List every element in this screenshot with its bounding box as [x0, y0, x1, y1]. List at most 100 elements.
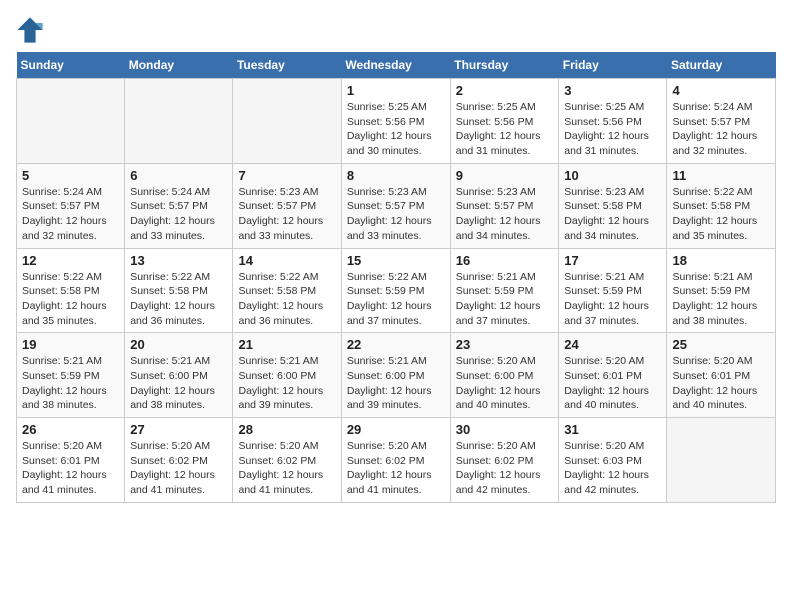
day-number: 17 [564, 253, 661, 268]
day-number: 10 [564, 168, 661, 183]
calendar-cell: 22 Sunrise: 5:21 AM Sunset: 6:00 PM Dayli… [341, 333, 450, 418]
day-number: 28 [238, 422, 335, 437]
calendar-cell: 8 Sunrise: 5:23 AM Sunset: 5:57 PM Daylig… [341, 163, 450, 248]
column-header-monday: Monday [125, 52, 233, 79]
calendar-cell: 27 Sunrise: 5:20 AM Sunset: 6:02 PM Dayli… [125, 418, 233, 503]
day-info: Sunrise: 5:20 AM Sunset: 6:00 PM Dayligh… [456, 354, 554, 413]
day-info: Sunrise: 5:20 AM Sunset: 6:03 PM Dayligh… [564, 439, 661, 498]
calendar-cell: 6Sunrise: 5:24 AM Sunset: 5:57 PM Daylig… [125, 163, 233, 248]
logo [16, 16, 48, 44]
day-number: 3 [564, 83, 661, 98]
day-number: 25 [672, 337, 770, 352]
calendar-cell: 21 Sunrise: 5:21 AM Sunset: 6:00 PM Dayli… [233, 333, 341, 418]
calendar-cell: 15Sunrise: 5:22 AM Sunset: 5:59 PM Dayli… [341, 248, 450, 333]
calendar-cell: 25 Sunrise: 5:20 AM Sunset: 6:01 PM Dayli… [667, 333, 776, 418]
day-number: 2 [456, 83, 554, 98]
calendar-cell: 1Sunrise: 5:25 AM Sunset: 5:56 PM Daylig… [341, 79, 450, 164]
day-info: Sunrise: 5:24 AM Sunset: 5:57 PM Dayligh… [672, 100, 770, 159]
calendar-cell: 10 Sunrise: 5:23 AM Sunset: 5:58 PM Dayli… [559, 163, 667, 248]
column-header-thursday: Thursday [450, 52, 559, 79]
day-number: 23 [456, 337, 554, 352]
day-info: Sunrise: 5:23 AM Sunset: 5:57 PM Dayligh… [238, 185, 335, 244]
day-number: 24 [564, 337, 661, 352]
day-number: 29 [347, 422, 445, 437]
day-number: 8 [347, 168, 445, 183]
calendar-cell: 18 Sunrise: 5:21 AM Sunset: 5:59 PM Dayli… [667, 248, 776, 333]
day-info: Sunrise: 5:20 AM Sunset: 6:02 PM Dayligh… [130, 439, 227, 498]
calendar-cell: 29 Sunrise: 5:20 AM Sunset: 6:02 PM Dayli… [341, 418, 450, 503]
calendar-cell: 11Sunrise: 5:22 AM Sunset: 5:58 PM Dayli… [667, 163, 776, 248]
day-info: Sunrise: 5:22 AM Sunset: 5:58 PM Dayligh… [238, 270, 335, 329]
column-header-wednesday: Wednesday [341, 52, 450, 79]
day-number: 20 [130, 337, 227, 352]
calendar-body: 1 Sunrise: 5:25 AM Sunset: 5:56 PM Daylig… [17, 79, 776, 503]
day-info: Sunrise: 5:21 AM Sunset: 6:00 PM Dayligh… [238, 354, 335, 413]
day-number: 27 [130, 422, 227, 437]
calendar-cell: 20 Sunrise: 5:21 AM Sunset: 6:00 PM Dayli… [125, 333, 233, 418]
day-number: 31 [564, 422, 661, 437]
day-info: Sunrise: 5:20 AM Sunset: 6:02 PM Dayligh… [456, 439, 554, 498]
day-info: Sunrise: 5:25 AM Sunset: 5:56 PM Dayligh… [564, 100, 661, 159]
day-info: Sunrise: 5:22 AM Sunset: 5:58 PM Dayligh… [130, 270, 227, 329]
logo-icon [16, 16, 44, 44]
calendar-cell: 28 Sunrise: 5:20 AM Sunset: 6:02 PM Dayli… [233, 418, 341, 503]
calendar-cell [667, 418, 776, 503]
day-info: Sunrise: 5:20 AM Sunset: 6:02 PM Dayligh… [238, 439, 335, 498]
calendar-cell: 30 Sunrise: 5:20 AM Sunset: 6:02 PM Dayli… [450, 418, 559, 503]
day-number: 18 [672, 253, 770, 268]
day-info: Sunrise: 5:21 AM Sunset: 5:59 PM Dayligh… [672, 270, 770, 329]
calendar-cell: 2Sunrise: 5:25 AM Sunset: 5:56 PM Daylig… [450, 79, 559, 164]
day-number: 6 [130, 168, 227, 183]
day-number: 1 [347, 83, 445, 98]
column-header-tuesday: Tuesday [233, 52, 341, 79]
calendar-cell: 7 Sunrise: 5:23 AM Sunset: 5:57 PM Daylig… [233, 163, 341, 248]
day-number: 14 [238, 253, 335, 268]
day-info: Sunrise: 5:20 AM Sunset: 6:01 PM Dayligh… [672, 354, 770, 413]
day-info: Sunrise: 5:20 AM Sunset: 6:02 PM Dayligh… [347, 439, 445, 498]
calendar-cell [125, 79, 233, 164]
day-number: 15 [347, 253, 445, 268]
day-info: Sunrise: 5:22 AM Sunset: 5:58 PM Dayligh… [672, 185, 770, 244]
day-info: Sunrise: 5:21 AM Sunset: 6:00 PM Dayligh… [347, 354, 445, 413]
column-header-sunday: Sunday [17, 52, 125, 79]
page-header [16, 16, 776, 44]
day-number: 7 [238, 168, 335, 183]
calendar-week-row: 12Sunrise: 5:22 AM Sunset: 5:58 PM Dayli… [17, 248, 776, 333]
calendar-cell: 17Sunrise: 5:21 AM Sunset: 5:59 PM Dayli… [559, 248, 667, 333]
calendar-table: SundayMondayTuesdayWednesdayThursdayFrid… [16, 52, 776, 503]
calendar-cell: 14 Sunrise: 5:22 AM Sunset: 5:58 PM Dayli… [233, 248, 341, 333]
day-number: 16 [456, 253, 554, 268]
day-number: 22 [347, 337, 445, 352]
day-info: Sunrise: 5:24 AM Sunset: 5:57 PM Dayligh… [22, 185, 119, 244]
day-number: 13 [130, 253, 227, 268]
calendar-week-row: 26Sunrise: 5:20 AM Sunset: 6:01 PM Dayli… [17, 418, 776, 503]
calendar-week-row: 19Sunrise: 5:21 AM Sunset: 5:59 PM Dayli… [17, 333, 776, 418]
day-number: 30 [456, 422, 554, 437]
calendar-cell [233, 79, 341, 164]
calendar-cell: 13 Sunrise: 5:22 AM Sunset: 5:58 PM Dayli… [125, 248, 233, 333]
day-number: 5 [22, 168, 119, 183]
calendar-cell: 23 Sunrise: 5:20 AM Sunset: 6:00 PM Dayli… [450, 333, 559, 418]
calendar-cell: 5 Sunrise: 5:24 AM Sunset: 5:57 PM Daylig… [17, 163, 125, 248]
calendar-cell: 12Sunrise: 5:22 AM Sunset: 5:58 PM Dayli… [17, 248, 125, 333]
column-header-friday: Friday [559, 52, 667, 79]
day-info: Sunrise: 5:21 AM Sunset: 6:00 PM Dayligh… [130, 354, 227, 413]
day-info: Sunrise: 5:21 AM Sunset: 5:59 PM Dayligh… [456, 270, 554, 329]
calendar-cell: 24 Sunrise: 5:20 AM Sunset: 6:01 PM Dayli… [559, 333, 667, 418]
calendar-cell: 9 Sunrise: 5:23 AM Sunset: 5:57 PM Daylig… [450, 163, 559, 248]
day-info: Sunrise: 5:20 AM Sunset: 6:01 PM Dayligh… [564, 354, 661, 413]
column-header-saturday: Saturday [667, 52, 776, 79]
calendar-week-row: 1 Sunrise: 5:25 AM Sunset: 5:56 PM Daylig… [17, 79, 776, 164]
calendar-cell: 31 Sunrise: 5:20 AM Sunset: 6:03 PM Dayli… [559, 418, 667, 503]
day-info: Sunrise: 5:23 AM Sunset: 5:57 PM Dayligh… [347, 185, 445, 244]
day-number: 9 [456, 168, 554, 183]
day-info: Sunrise: 5:23 AM Sunset: 5:58 PM Dayligh… [564, 185, 661, 244]
calendar-cell: 26Sunrise: 5:20 AM Sunset: 6:01 PM Dayli… [17, 418, 125, 503]
calendar-cell: 3 Sunrise: 5:25 AM Sunset: 5:56 PM Daylig… [559, 79, 667, 164]
day-info: Sunrise: 5:23 AM Sunset: 5:57 PM Dayligh… [456, 185, 554, 244]
calendar-cell: 4Sunrise: 5:24 AM Sunset: 5:57 PM Daylig… [667, 79, 776, 164]
calendar-header-row: SundayMondayTuesdayWednesdayThursdayFrid… [17, 52, 776, 79]
day-info: Sunrise: 5:20 AM Sunset: 6:01 PM Dayligh… [22, 439, 119, 498]
day-number: 21 [238, 337, 335, 352]
day-info: Sunrise: 5:21 AM Sunset: 5:59 PM Dayligh… [22, 354, 119, 413]
